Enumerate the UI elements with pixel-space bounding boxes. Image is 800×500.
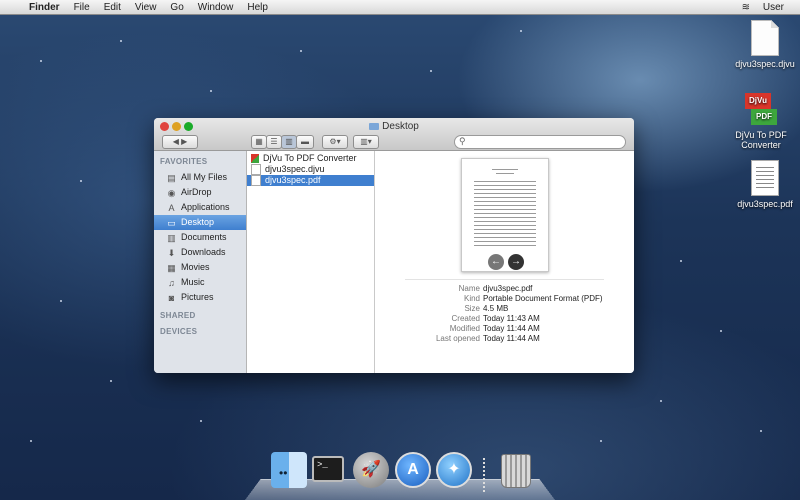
menu-go[interactable]: Go	[163, 2, 190, 13]
launchpad-icon[interactable]: 🚀	[353, 452, 389, 488]
desktop-icon-pdf[interactable]: djvu3spec.pdf	[730, 160, 800, 209]
list-view-button[interactable]: ☰	[266, 135, 282, 149]
finder-icon[interactable]: ••	[271, 452, 307, 488]
app-store-icon[interactable]: A	[395, 452, 431, 488]
dock: •• >_ 🚀 A ✦	[245, 448, 555, 500]
desktop-icon-label: DjVu To PDF Converter	[735, 130, 787, 150]
menu-user[interactable]: User	[755, 2, 800, 13]
divider	[405, 279, 604, 280]
search-input[interactable]: ⚲	[454, 135, 626, 149]
pictures-icon: ◙	[168, 292, 175, 303]
music-icon: ♫	[168, 277, 175, 288]
document-thumbnail[interactable]: ← →	[461, 158, 549, 272]
list-item[interactable]: djvu3spec.djvu	[247, 164, 374, 175]
movies-icon: ▦	[167, 262, 176, 273]
action-gear-button[interactable]: ⚙▾	[322, 135, 348, 149]
sidebar-item-movies[interactable]: ▦ Movies	[154, 260, 246, 275]
sidebar: FAVORITES ▤ All My Files ◉ AirDrop A Applic…	[154, 151, 247, 373]
desktop-icon-djvu[interactable]: djvu3spec.djvu	[730, 20, 800, 69]
sidebar-item-downloads[interactable]: ⬇ Downloads	[154, 245, 246, 260]
terminal-icon[interactable]: >_	[312, 456, 344, 482]
desktop-icon-converter[interactable]: DjVu PDF DjVu To PDF Converter	[726, 93, 796, 150]
pdf-document-icon	[751, 160, 779, 196]
dock-separator	[483, 458, 485, 494]
sidebar-header-shared: SHARED	[160, 311, 196, 320]
sidebar-header-devices: DEVICES	[160, 327, 198, 336]
safari-icon[interactable]: ✦	[436, 452, 472, 488]
menu-file[interactable]: File	[67, 2, 97, 13]
documents-icon: ▥	[167, 232, 176, 243]
list-item[interactable]: djvu3spec.pdf	[247, 175, 374, 186]
sidebar-item-desktop[interactable]: ▭ Desktop	[154, 215, 246, 230]
coverflow-view-button[interactable]: ▬	[296, 135, 314, 149]
list-item[interactable]: DjVu To PDF Converter	[247, 153, 374, 164]
sidebar-item-pictures[interactable]: ◙ Pictures	[154, 290, 246, 305]
info-row-created: Created Today 11:43 AM	[451, 314, 540, 323]
sidebar-item-documents[interactable]: ▥ Documents	[154, 230, 246, 245]
wifi-icon[interactable]: ≋	[737, 2, 755, 13]
info-row-modified: Modified Today 11:44 AM	[449, 324, 540, 333]
menu-edit[interactable]: Edit	[97, 2, 128, 13]
finder-window: Desktop ◀ ▶ ▦ ☰ ▥ ▬ ⚙▾ ▥▾ ⚲ FAVORITES ▤ A…	[154, 118, 634, 373]
info-row-kind: Kind Portable Document Format (PDF)	[463, 294, 603, 303]
sidebar-item-airdrop[interactable]: ◉ AirDrop	[154, 185, 246, 200]
menu-bar: Finder File Edit View Go Window Help ≋ U…	[0, 0, 800, 15]
icon-view-button[interactable]: ▦	[251, 135, 267, 149]
airdrop-icon: ◉	[167, 187, 176, 198]
file-column: DjVu To PDF Converter djvu3spec.djvu djv…	[247, 151, 375, 373]
menu-app-name[interactable]: Finder	[22, 2, 67, 13]
column-view-button[interactable]: ▥	[281, 135, 297, 149]
search-icon: ⚲	[459, 136, 466, 146]
preview-pane: ← → Name djvu3spec.pdf Kind Portable Docum…	[375, 151, 634, 373]
pdf-document-icon	[251, 175, 261, 186]
desktop-icon-label: djvu3spec.djvu	[735, 59, 795, 69]
desktop-icon-label: djvu3spec.pdf	[737, 199, 793, 209]
menu-help[interactable]: Help	[240, 2, 275, 13]
folder-icon	[369, 123, 380, 130]
info-row-size: Size 4.5 MB	[464, 304, 509, 313]
info-row-name: Name djvu3spec.pdf	[458, 284, 533, 293]
all-files-icon: ▤	[167, 172, 176, 183]
info-row-last-opened: Last opened Today 11:44 AM	[435, 334, 540, 343]
window-title: Desktop	[154, 121, 634, 132]
sidebar-header-favorites: FAVORITES	[160, 157, 208, 166]
djvu-document-icon	[751, 20, 779, 56]
title-bar[interactable]: Desktop ◀ ▶ ▦ ☰ ▥ ▬ ⚙▾ ▥▾ ⚲	[154, 118, 634, 151]
trash-icon[interactable]	[501, 454, 531, 488]
previous-page-icon[interactable]: ←	[488, 254, 504, 270]
menu-view[interactable]: View	[128, 2, 164, 13]
menu-window[interactable]: Window	[191, 2, 241, 13]
back-forward-buttons[interactable]: ◀ ▶	[162, 135, 198, 149]
sidebar-item-all-my-files[interactable]: ▤ All My Files	[154, 170, 246, 185]
document-icon	[251, 164, 261, 175]
arrange-button[interactable]: ▥▾	[353, 135, 379, 149]
applications-icon: A	[168, 202, 175, 213]
next-page-icon[interactable]: →	[508, 254, 524, 270]
desktop-icon: ▭	[167, 217, 176, 228]
downloads-icon: ⬇	[167, 247, 176, 258]
app-icon	[251, 154, 259, 163]
sidebar-item-music[interactable]: ♫ Music	[154, 275, 246, 290]
app-icon: DjVu PDF	[743, 93, 779, 127]
sidebar-item-applications[interactable]: A Applications	[154, 200, 246, 215]
